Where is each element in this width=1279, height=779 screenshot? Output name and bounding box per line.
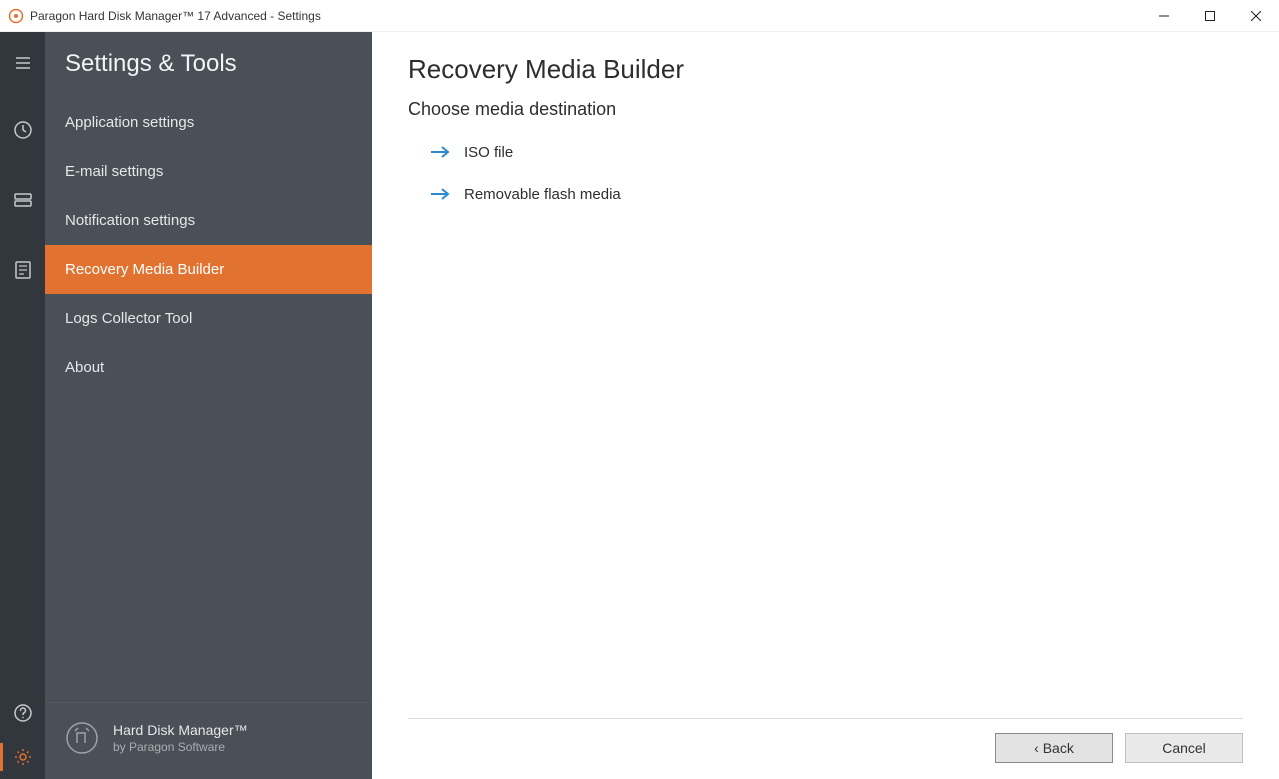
sidebar: Settings & Tools Application settings E-… xyxy=(45,32,372,779)
arrow-right-icon xyxy=(430,142,450,162)
product-name: Hard Disk Manager™ xyxy=(113,722,248,738)
maximize-button[interactable] xyxy=(1187,0,1233,32)
app-icon xyxy=(8,8,24,24)
sidebar-item-recovery-media-builder[interactable]: Recovery Media Builder xyxy=(45,245,372,294)
sidebar-item-application-settings[interactable]: Application settings xyxy=(45,98,372,147)
sidebar-item-notification-settings[interactable]: Notification settings xyxy=(45,196,372,245)
options-list: ISO file Removable flash media xyxy=(408,142,1243,204)
content-area: Recovery Media Builder Choose media dest… xyxy=(372,32,1279,779)
history-icon[interactable] xyxy=(0,108,45,152)
back-button[interactable]: ‹ Back xyxy=(995,733,1113,763)
minimize-button[interactable] xyxy=(1141,0,1187,32)
reports-icon[interactable] xyxy=(0,248,45,292)
cancel-button[interactable]: Cancel xyxy=(1125,733,1243,763)
option-iso-file[interactable]: ISO file xyxy=(430,142,1243,162)
hamburger-icon[interactable] xyxy=(0,44,45,82)
drives-icon[interactable] xyxy=(0,178,45,222)
product-by: by Paragon Software xyxy=(113,740,248,754)
page-title: Recovery Media Builder xyxy=(408,54,1243,85)
app-body: Settings & Tools Application settings E-… xyxy=(0,32,1279,779)
help-icon[interactable] xyxy=(0,691,45,735)
titlebar: Paragon Hard Disk Manager™ 17 Advanced -… xyxy=(0,0,1279,32)
option-label: Removable flash media xyxy=(464,186,621,203)
window-controls xyxy=(1141,0,1279,31)
option-label: ISO file xyxy=(464,144,513,161)
sidebar-footer: Hard Disk Manager™ by Paragon Software xyxy=(45,702,372,779)
option-removable-flash-media[interactable]: Removable flash media xyxy=(430,184,1243,204)
footer-buttons: ‹ Back Cancel xyxy=(408,718,1243,779)
sidebar-item-email-settings[interactable]: E-mail settings xyxy=(45,147,372,196)
arrow-right-icon xyxy=(430,184,450,204)
settings-icon[interactable] xyxy=(0,735,45,779)
sidebar-item-about[interactable]: About xyxy=(45,343,372,392)
icon-rail xyxy=(0,32,45,779)
product-icon xyxy=(65,721,99,755)
page-subtitle: Choose media destination xyxy=(408,99,1243,120)
sidebar-item-logs-collector-tool[interactable]: Logs Collector Tool xyxy=(45,294,372,343)
window-title: Paragon Hard Disk Manager™ 17 Advanced -… xyxy=(30,9,321,23)
close-button[interactable] xyxy=(1233,0,1279,32)
sidebar-title: Settings & Tools xyxy=(45,32,372,98)
titlebar-left: Paragon Hard Disk Manager™ 17 Advanced -… xyxy=(8,8,321,24)
